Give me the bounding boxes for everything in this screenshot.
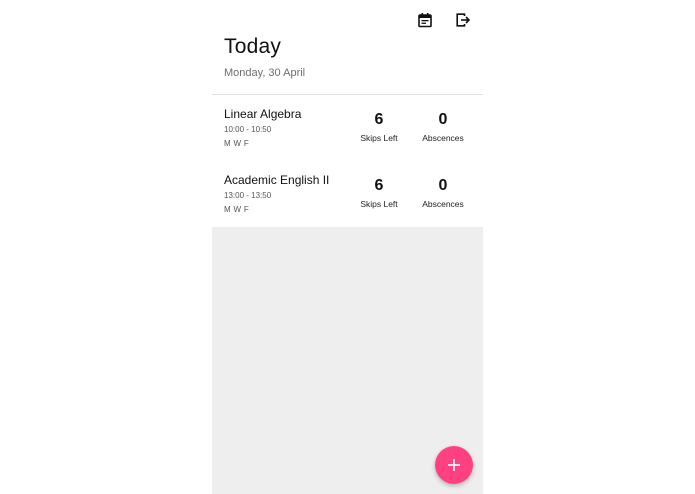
course-time: 10:00 - 10:50 (224, 125, 272, 134)
course-name: Academic English II (224, 173, 330, 187)
current-date: Monday, 30 April (224, 67, 306, 79)
skips-left-stat: 6 Skips Left (344, 177, 414, 209)
course-item[interactable]: Linear Algebra 10:00 - 10:50 M W F 6 Ski… (212, 95, 483, 161)
logout-icon (456, 13, 471, 27)
absences-label: Abscences (422, 133, 464, 143)
header: Today Monday, 30 April (212, 0, 483, 95)
course-days: M W F (224, 205, 250, 214)
course-name: Linear Algebra (224, 107, 302, 121)
skips-left-label: Skips Left (360, 133, 398, 143)
course-item[interactable]: Academic English II 13:00 - 13:50 M W F … (212, 161, 483, 227)
course-list: Linear Algebra 10:00 - 10:50 M W F 6 Ski… (212, 95, 483, 227)
absences-stat: 0 Abscences (408, 111, 478, 143)
skips-left-stat: 6 Skips Left (344, 111, 414, 143)
plus-icon (448, 459, 460, 471)
app-screen: Today Monday, 30 April Linear Algebra 10… (212, 0, 483, 494)
calendar-button[interactable] (416, 11, 434, 29)
add-course-button[interactable] (435, 446, 473, 484)
absences-stat: 0 Abscences (408, 177, 478, 209)
skips-left-count: 6 (374, 111, 384, 128)
course-days: M W F (224, 139, 250, 148)
skips-left-label: Skips Left (360, 199, 398, 209)
course-time: 13:00 - 13:50 (224, 191, 272, 200)
absences-count: 0 (438, 177, 448, 194)
absences-count: 0 (438, 111, 448, 128)
skips-left-count: 6 (374, 177, 384, 194)
calendar-icon (418, 13, 432, 28)
absences-label: Abscences (422, 199, 464, 209)
page-title: Today (224, 35, 282, 58)
logout-button[interactable] (454, 11, 472, 29)
